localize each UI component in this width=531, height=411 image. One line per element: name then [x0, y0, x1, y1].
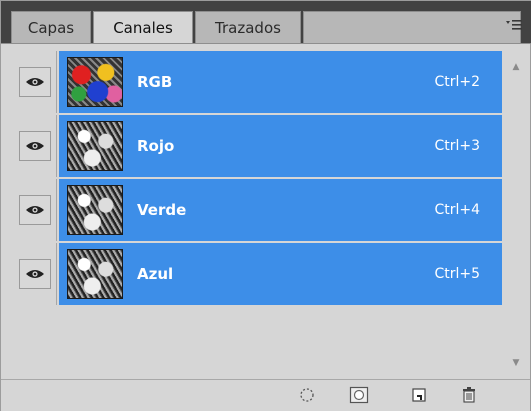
visibility-cell: [11, 179, 57, 241]
tab-capas[interactable]: Capas: [11, 11, 91, 43]
eye-icon[interactable]: [19, 195, 51, 225]
eye-icon[interactable]: [19, 259, 51, 289]
save-selection-icon[interactable]: [347, 384, 371, 406]
tab-bar: Capas Canales Trazados: [1, 1, 531, 43]
tab-trazados[interactable]: Trazados: [195, 11, 301, 43]
eye-icon[interactable]: [19, 131, 51, 161]
panel-menu-icon[interactable]: [504, 15, 524, 37]
channel-name: RGB: [137, 73, 173, 91]
channel-thumbnail: [67, 185, 123, 235]
channels-panel: Capas Canales Trazados RGB Ctrl+2 Rojo C…: [0, 0, 531, 411]
channel-shortcut: Ctrl+3: [434, 138, 480, 154]
tab-canales[interactable]: Canales: [93, 11, 193, 43]
channel-name: Rojo: [137, 137, 175, 155]
channel-name: Verde: [137, 201, 187, 219]
load-selection-icon[interactable]: [295, 384, 319, 406]
channel-selection[interactable]: Verde Ctrl+4: [59, 179, 502, 241]
visibility-cell: [11, 115, 57, 177]
visibility-cell: [11, 51, 57, 113]
panel-toolbar: [1, 379, 530, 411]
channel-shortcut: Ctrl+4: [434, 202, 480, 218]
channel-thumbnail: [67, 57, 123, 107]
channel-thumbnail: [67, 249, 123, 299]
channel-thumbnail: [67, 121, 123, 171]
tab-divider: [1, 43, 531, 44]
channel-row-rgb: RGB Ctrl+2: [11, 51, 502, 113]
channel-name: Azul: [137, 265, 174, 283]
channel-row-rojo: Rojo Ctrl+3: [11, 115, 502, 177]
channel-row-azul: Azul Ctrl+5: [11, 243, 502, 305]
delete-channel-icon[interactable]: [457, 384, 481, 406]
tab-bar-filler: [303, 11, 521, 43]
new-channel-icon[interactable]: [407, 384, 431, 406]
scrollbar[interactable]: ▲ ▼: [505, 51, 527, 375]
scroll-up-icon[interactable]: ▲: [509, 61, 523, 73]
channel-selection[interactable]: RGB Ctrl+2: [59, 51, 502, 113]
eye-icon[interactable]: [19, 67, 51, 97]
visibility-cell: [11, 243, 57, 305]
channel-selection[interactable]: Rojo Ctrl+3: [59, 115, 502, 177]
channel-selection[interactable]: Azul Ctrl+5: [59, 243, 502, 305]
scroll-down-icon[interactable]: ▼: [509, 357, 523, 369]
channel-list: RGB Ctrl+2 Rojo Ctrl+3 Verde Ctrl+4 Azul…: [11, 51, 502, 375]
channel-shortcut: Ctrl+2: [434, 74, 480, 90]
channel-row-verde: Verde Ctrl+4: [11, 179, 502, 241]
channel-shortcut: Ctrl+5: [434, 266, 480, 282]
